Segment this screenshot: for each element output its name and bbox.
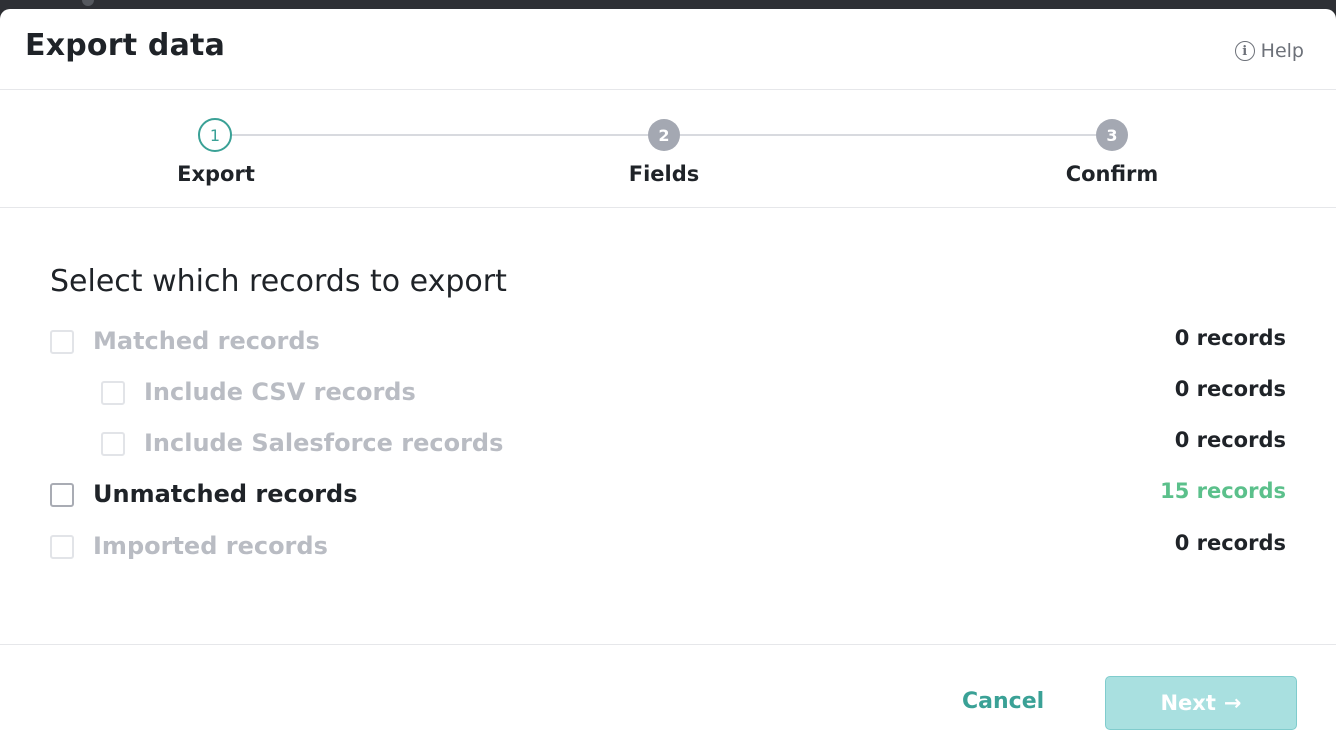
transform-icon <box>82 0 94 6</box>
step-1-label: Export <box>177 162 255 186</box>
help-link[interactable]: i Help <box>1234 40 1304 62</box>
matched-records-count: 0 records <box>1174 326 1286 350</box>
imported-records-checkbox <box>50 535 74 559</box>
imported-records-count: 0 records <box>1174 531 1286 555</box>
step-1-indicator: 1 <box>198 118 232 152</box>
modal-footer: Cancel Next → <box>0 645 1336 750</box>
option-include-salesforce-records: Include Salesforce records 0 records <box>0 423 1336 463</box>
step-connector-1-2 <box>232 134 648 136</box>
step-connector-2-3 <box>680 134 1096 136</box>
option-include-csv-records: Include CSV records 0 records <box>0 372 1336 412</box>
info-circle-icon: i <box>1234 41 1255 61</box>
unmatched-records-checkbox[interactable] <box>50 483 74 507</box>
imported-records-label: Imported records <box>93 532 328 560</box>
matched-records-label: Matched records <box>93 327 320 355</box>
include-salesforce-label: Include Salesforce records <box>144 429 504 457</box>
option-imported-records: Imported records 0 records <box>0 526 1336 566</box>
section-title: Select which records to export <box>50 264 507 299</box>
export-data-modal: Export data i Help 1 Export 2 Fields 3 C… <box>0 9 1336 750</box>
cancel-button[interactable]: Cancel <box>962 689 1044 714</box>
include-csv-label: Include CSV records <box>144 378 416 406</box>
export-options: Select which records to export Matched r… <box>0 208 1336 645</box>
option-unmatched-records[interactable]: Unmatched records 15 records <box>0 474 1336 514</box>
include-salesforce-checkbox <box>101 432 125 456</box>
next-button-label: Next <box>1160 691 1216 715</box>
unmatched-records-label[interactable]: Unmatched records <box>93 480 358 508</box>
matched-records-checkbox <box>50 330 74 354</box>
include-salesforce-count: 0 records <box>1174 428 1286 452</box>
stepper: 1 Export 2 Fields 3 Confirm <box>0 90 1336 208</box>
step-3-indicator: 3 <box>1096 119 1128 151</box>
step-2-label: Fields <box>628 162 700 186</box>
unmatched-records-count: 15 records <box>1160 479 1286 503</box>
modal-header: Export data i Help <box>0 9 1336 90</box>
help-label: Help <box>1260 40 1304 62</box>
next-button[interactable]: Next → <box>1105 676 1297 730</box>
step-3-label: Confirm <box>1065 162 1159 186</box>
option-matched-records: Matched records 0 records <box>0 321 1336 361</box>
modal-title: Export data <box>25 28 226 63</box>
arrow-right-icon: → <box>1223 691 1242 715</box>
include-csv-count: 0 records <box>1174 377 1286 401</box>
step-2-indicator: 2 <box>648 119 680 151</box>
include-csv-checkbox <box>101 381 125 405</box>
